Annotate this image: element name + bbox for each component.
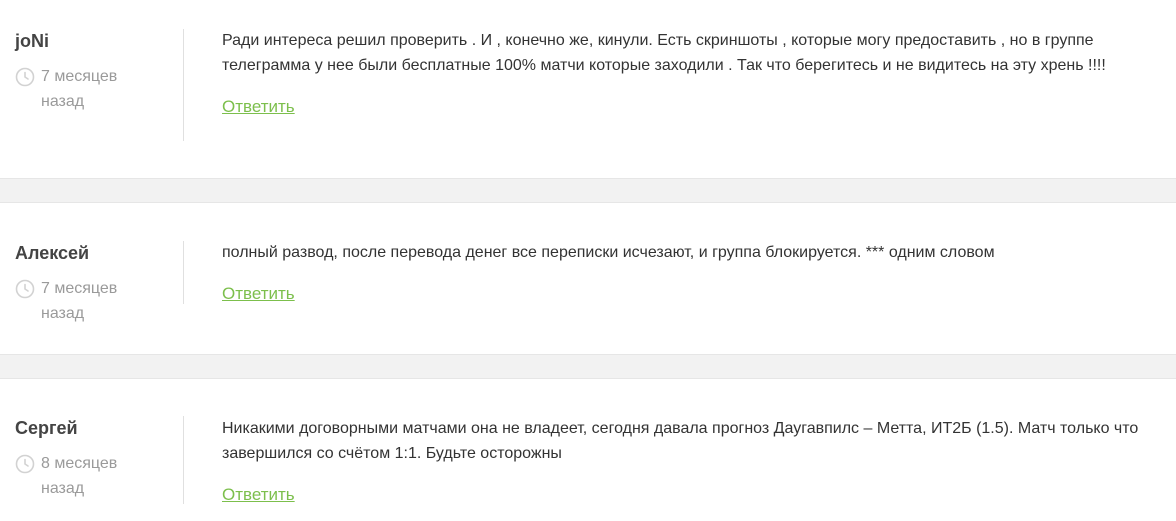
comment-meta: joNi 7 месяцев назад — [15, 30, 165, 114]
comment-meta: Сергей 8 месяцев назад — [15, 417, 165, 501]
comment-separator — [0, 354, 1176, 379]
comment-item: joNi 7 месяцев назад Ради интереса решил… — [0, 0, 1176, 178]
comment-divider — [183, 241, 184, 304]
comment-body: Ради интереса решил проверить . И , коне… — [222, 28, 1142, 118]
comment-date: 7 месяцев назад — [15, 64, 165, 114]
comment-separator — [0, 178, 1176, 203]
comment-item: Сергей 8 месяцев назад Никакими договорн… — [0, 379, 1176, 521]
comment-author: Сергей — [15, 418, 78, 438]
clock-icon — [15, 279, 35, 299]
comment-divider — [183, 29, 184, 141]
clock-icon — [15, 67, 35, 87]
reply-link[interactable]: Ответить — [222, 283, 295, 305]
reply-link[interactable]: Ответить — [222, 484, 295, 506]
comment-body: полный развод, после перевода денег все … — [222, 240, 1142, 305]
comment-date-line1: 7 месяцев — [41, 68, 118, 85]
comment-meta: Алексей 7 месяцев назад — [15, 242, 165, 326]
comment-item: Алексей 7 месяцев назад полный развод, п… — [0, 203, 1176, 354]
reply-link[interactable]: Ответить — [222, 96, 295, 118]
comment-date-line1: 8 месяцев — [41, 455, 118, 472]
clock-icon — [15, 454, 35, 474]
comment-text: Ради интереса решил проверить . И , коне… — [222, 32, 1106, 74]
comment-text: Никакими договорными матчами она не влад… — [222, 420, 1139, 462]
comment-author: joNi — [15, 31, 49, 51]
comment-author: Алексей — [15, 243, 90, 263]
comment-date-line2: назад — [41, 480, 85, 497]
comment-list: joNi 7 месяцев назад Ради интереса решил… — [0, 0, 1176, 521]
comment-divider — [183, 416, 184, 504]
comment-date: 8 месяцев назад — [15, 451, 165, 501]
comment-date-line2: назад — [41, 305, 85, 322]
comment-date-line2: назад — [41, 93, 85, 110]
comment-date-line1: 7 месяцев — [41, 280, 118, 297]
comment-text: полный развод, после перевода денег все … — [222, 244, 995, 261]
comment-date: 7 месяцев назад — [15, 276, 165, 326]
comment-body: Никакими договорными матчами она не влад… — [222, 416, 1142, 506]
